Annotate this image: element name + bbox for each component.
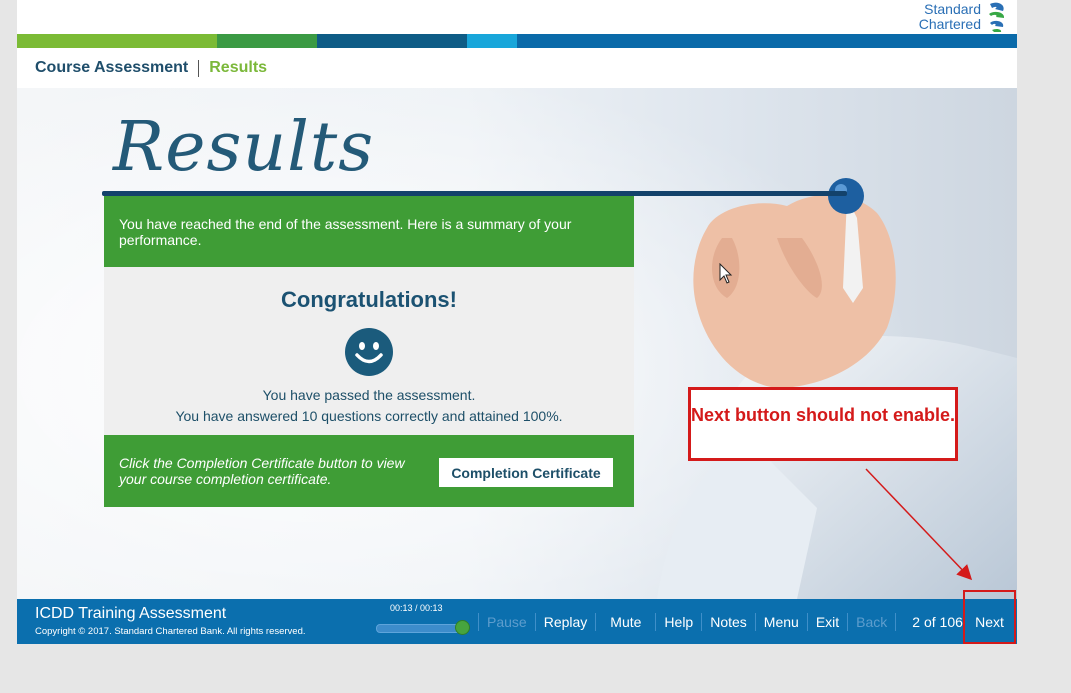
copyright-text: Copyright © 2017. Standard Chartered Ban… [35,626,306,637]
brand-logo: Standard Chartered [919,0,1008,34]
results-intro: You have reached the end of the assessme… [104,196,634,267]
replay-button[interactable]: Replay [536,614,596,630]
next-button[interactable]: Next [965,609,1014,634]
color-seg-2 [217,34,317,48]
color-seg-4 [467,34,517,48]
page-counter: 2 of 106 [912,613,963,630]
results-heading: Results [113,108,375,187]
annotation-callout: Next button should not enable. [688,387,958,461]
color-seg-3 [317,34,467,48]
score-message: You have answered 10 questions correctly… [175,408,563,424]
breadcrumb-current: Results [209,59,268,76]
pause-button: Pause [487,613,527,630]
pass-message: You have passed the assessment. [262,387,476,403]
timecode: 00:13 / 00:13 [390,603,443,613]
app-frame: Standard Chartered Course Assessment Res… [17,0,1017,644]
exit-button[interactable]: Exit [808,614,847,630]
breadcrumb-course[interactable]: Course Assessment [35,59,188,77]
breadcrumb-divider [198,59,200,77]
color-seg-5 [517,34,1017,48]
back-button: Back [856,613,888,630]
certificate-instructions: Click the Completion Certificate button … [119,455,405,487]
help-button[interactable]: Help [656,614,701,630]
logo-mark-icon [989,2,1005,32]
color-seg-1 [17,34,217,48]
congrats-heading: Congratulations! [281,287,457,312]
audio-progress-slider[interactable] [376,620,470,635]
notes-button[interactable]: Notes [702,614,755,630]
progress-knob[interactable] [455,620,470,635]
menu-button[interactable]: Menu [756,614,807,630]
mute-button[interactable]: Mute [596,614,655,630]
logo-line2: Chartered [918,16,981,32]
results-card: You have reached the end of the assessme… [104,196,634,507]
course-title: ICDD Training Assessment [35,605,227,622]
results-summary: Congratulations! You have passed the ass… [104,267,634,435]
completion-certificate-button[interactable]: Completion Certificate [439,458,613,487]
certificate-panel: Click the Completion Certificate button … [104,435,634,507]
mouse-cursor-icon [719,263,733,284]
player-footer: ICDD Training Assessment Copyright © 201… [17,599,1017,644]
brand-color-bar [17,34,1017,48]
logo-text: Standard Chartered [919,2,981,32]
breadcrumb: Course Assessment Results [35,58,267,78]
content-stage: Results You have reached the end of the … [17,88,1017,599]
logo-line1: Standard [924,1,981,17]
smiley-icon [345,328,393,376]
player-controls: Pause Replay Mute Help Notes Menu Exit B… [478,599,973,644]
